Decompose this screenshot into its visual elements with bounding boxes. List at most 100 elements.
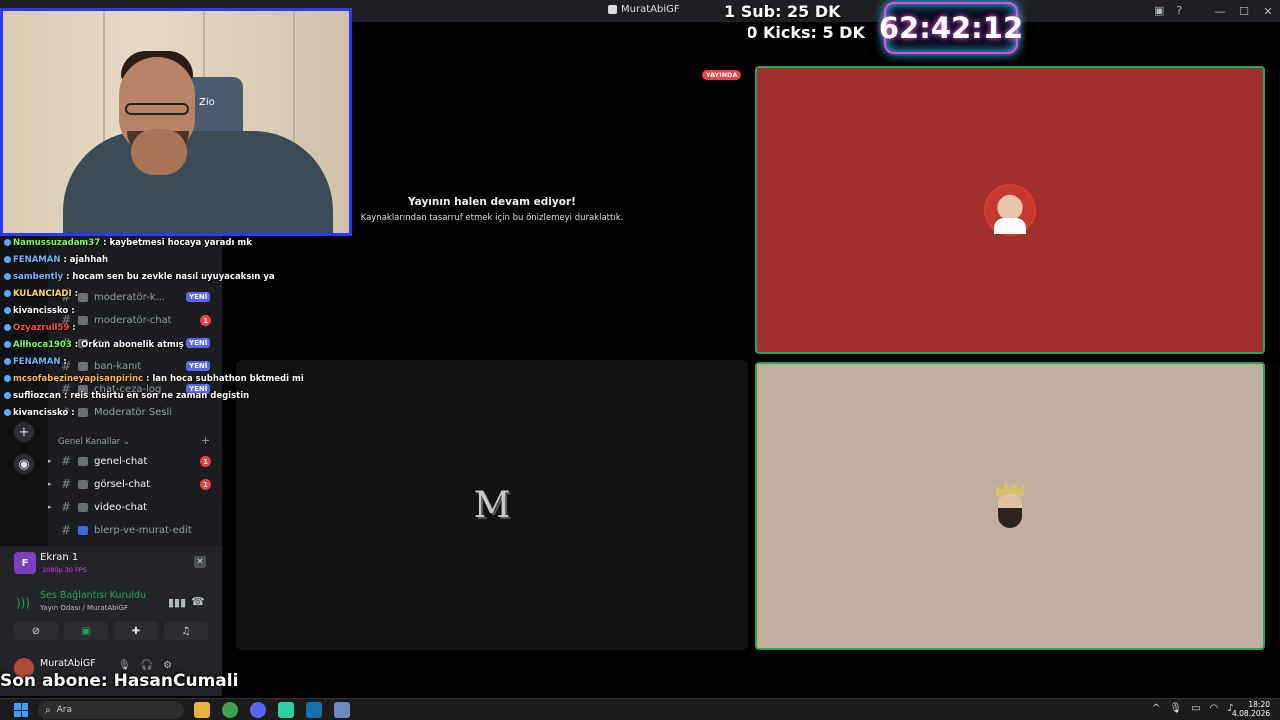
collapse-arrow-icon: ▸	[48, 503, 52, 511]
chevron-up-icon[interactable]: ^	[1152, 703, 1160, 714]
chat-text: : hocam sen bu zevkle nasıl uyuyacaksın …	[63, 272, 275, 282]
channel-label: Moderatör Sesli	[94, 406, 173, 418]
discord-icon[interactable]	[250, 702, 266, 718]
microphone-icon[interactable]: 🎙	[1169, 703, 1182, 714]
participant-avatar-1	[984, 184, 1036, 236]
chevron-down-icon: ⌄	[122, 437, 130, 447]
chat-username: mcsofabezineyapisanpirinc	[13, 374, 144, 384]
taskbar-clock[interactable]: 18:20 4.08.2026	[1232, 700, 1270, 718]
disconnect-icon[interactable]: ☎	[191, 595, 205, 608]
new-tag: YENİ	[186, 292, 211, 302]
share-screen-button[interactable]: ▣	[64, 622, 108, 640]
voice-actions: ⊘ ▣ ✚ ♫	[14, 622, 208, 642]
chat-badge-icon	[4, 324, 11, 331]
user-controls: 🎙 🎧 ⚙	[118, 660, 172, 671]
chat-text: : kaybetmesi hocaya yaradı mk	[100, 238, 252, 248]
add-server-icon[interactable]: +	[14, 422, 34, 442]
activities-button[interactable]: ✚	[114, 622, 158, 640]
server-logo: M	[473, 485, 511, 526]
discover-icon[interactable]: ◉	[14, 454, 34, 474]
discord-icon	[608, 5, 617, 14]
chat-text: : Orkun abonelik atmış	[71, 340, 184, 350]
subathon-timer: 62:42:12	[879, 2, 1023, 54]
minimize-button[interactable]: —	[1208, 5, 1232, 18]
chat-username: sufliozcan	[13, 391, 61, 401]
unread-badge: 1	[200, 479, 211, 490]
noise-suppression-icon[interactable]: ▮▮▮	[168, 596, 186, 609]
gear-icon[interactable]: ⚙	[163, 660, 172, 671]
participant-avatar-2	[994, 482, 1026, 530]
wifi-icon[interactable]: ◠	[1210, 703, 1219, 714]
hash-icon: #	[60, 523, 72, 537]
microphone-icon[interactable]: 🎙	[118, 660, 131, 671]
channel-label: genel-chat	[94, 455, 148, 467]
chat-badge-icon	[4, 341, 11, 348]
chat-username: FENAMAN	[13, 255, 61, 265]
taskbar-search[interactable]: ⌕ Ara	[38, 701, 184, 719]
channel-ban-kanit[interactable]: # ban-kanıt YENİ	[48, 356, 222, 376]
clock-date: 4.08.2026	[1232, 709, 1271, 718]
channel-genel-chat[interactable]: ▸ # genel-chat 1	[48, 451, 222, 471]
new-tag: YENİ	[186, 338, 211, 348]
chat-text: :	[69, 323, 76, 333]
camera-off-button[interactable]: ⊘	[14, 622, 58, 640]
glasses-icon	[125, 103, 189, 115]
unread-badge: 1	[200, 456, 211, 467]
channel-video-chat[interactable]: ▸ # video-chat	[48, 497, 222, 517]
last-subscriber: Son abone: HasanCumali	[0, 671, 239, 691]
chat-badge-icon	[4, 273, 11, 280]
chat-message: FENAMAN :	[4, 357, 67, 367]
maximize-button[interactable]: ☐	[1232, 5, 1256, 18]
windows-start-icon[interactable]	[14, 703, 28, 717]
hash-icon: #	[60, 454, 72, 468]
soundboard-button[interactable]: ♫	[164, 622, 208, 640]
clock-time: 18:20	[1248, 700, 1270, 709]
chat-badge-icon	[4, 256, 11, 263]
voice-status-text[interactable]: Ses Bağlantısı Kuruldu	[40, 590, 146, 601]
chat-message: KULANCIADI :	[4, 289, 78, 299]
play-icon	[78, 525, 88, 535]
window-title: MuratAbiGF	[608, 4, 680, 15]
streamlabs-icon[interactable]	[278, 702, 294, 718]
close-button[interactable]: ✕	[1256, 5, 1280, 18]
steam-icon[interactable]	[306, 702, 322, 718]
chat-username: kivancissko	[13, 306, 69, 316]
search-placeholder: Ara	[56, 705, 72, 715]
chat-text: :	[71, 289, 79, 299]
channel-label: moderatör-k...	[94, 291, 166, 303]
category-genel-kanallar[interactable]: Genel Kanallar ⌄	[58, 437, 130, 447]
channel-gorsel-chat[interactable]: ▸ # görsel-chat 1	[48, 474, 222, 494]
screen-share-title: Ekran 1	[40, 552, 79, 563]
collapse-arrow-icon: ▸	[48, 457, 52, 465]
hash-icon: #	[60, 477, 72, 491]
channel-emoji-icon	[78, 407, 88, 417]
chat-username: sambently	[13, 272, 64, 282]
chat-badge-icon	[4, 290, 11, 297]
help-icon[interactable]: ?	[1176, 4, 1182, 17]
inbox-icon[interactable]: ▣	[1154, 4, 1164, 17]
channel-label: ban-kanıt	[94, 360, 142, 372]
title-bar-tools: ▣ ?	[1154, 4, 1182, 17]
channel-label: blerp-ve-murat-edit	[94, 524, 192, 536]
chrome-icon[interactable]	[222, 702, 238, 718]
chat-message: kivancissko :	[4, 408, 75, 418]
live-badge: YAYINDA	[702, 70, 742, 80]
chat-username: kivancissko	[13, 408, 69, 418]
sub-rule: 1 Sub: 25 DK	[724, 2, 841, 21]
stop-share-icon[interactable]: ✕	[194, 556, 206, 568]
chat-message: kivancissko :	[4, 306, 75, 316]
window-controls: — ☐ ✕	[1208, 0, 1280, 22]
channel-label: görsel-chat	[94, 478, 151, 490]
add-channel-icon[interactable]: +	[201, 434, 210, 447]
channel-blerp-ve-murat-edit[interactable]: # blerp-ve-murat-edit	[48, 520, 222, 540]
chat-username: KULANCIADI	[13, 289, 72, 299]
file-explorer-icon[interactable]	[194, 702, 210, 718]
new-tag: YENİ	[186, 361, 211, 371]
voice-connection-status: ))) Ses Bağlantısı Kuruldu Yayın Odası /…	[14, 588, 206, 618]
display-icon[interactable]: ▭	[1191, 703, 1200, 714]
calculator-icon[interactable]	[334, 702, 350, 718]
headphones-icon[interactable]: 🎧	[141, 660, 153, 671]
category-label: Genel Kanallar	[58, 437, 121, 447]
chat-badge-icon	[4, 409, 11, 416]
chat-message: mcsofabezineyapisanpirinc : lan hoca sub…	[4, 374, 304, 384]
